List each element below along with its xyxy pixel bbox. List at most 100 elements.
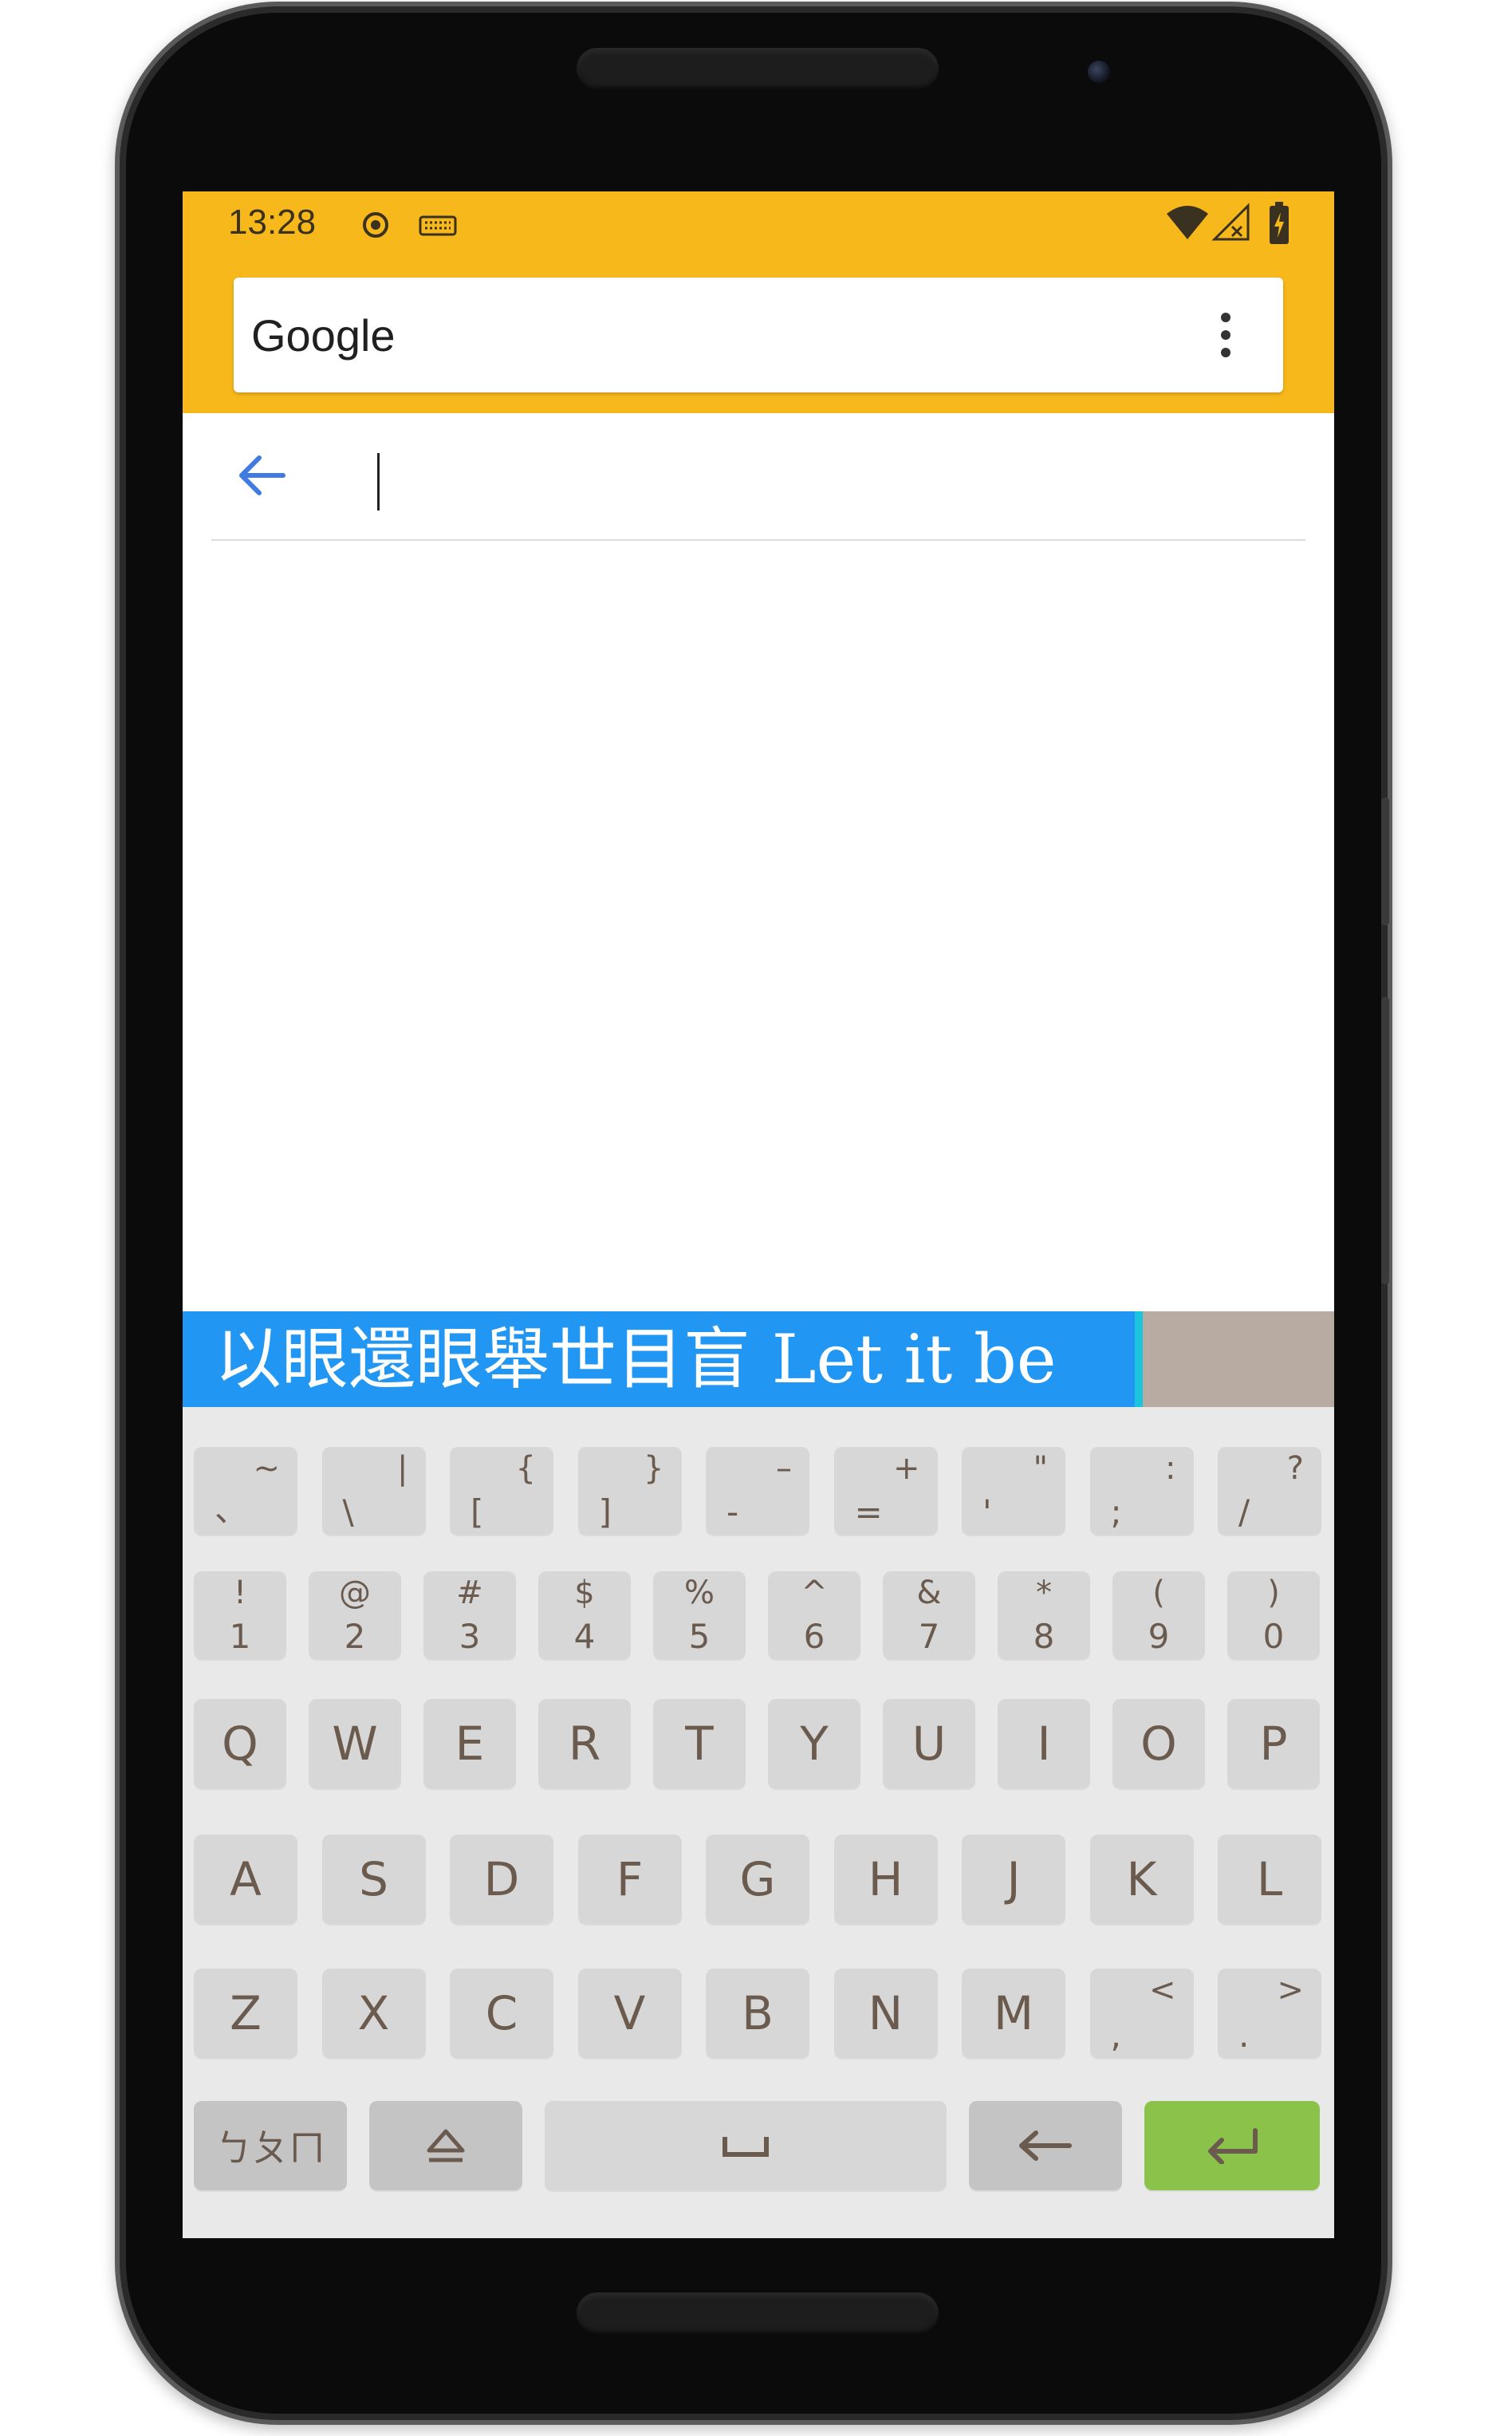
key-main-char: 3 — [459, 1617, 481, 1656]
key-row3-6[interactable]: U — [883, 1699, 975, 1788]
key-row2-7[interactable]: * 8 — [998, 1571, 1090, 1659]
key-row2-4[interactable]: % 5 — [653, 1571, 746, 1659]
key-row3-7[interactable]: I — [998, 1699, 1090, 1788]
key-row5-6[interactable]: M — [962, 1969, 1065, 2058]
query-row — [211, 413, 1305, 541]
key-label: I — [1037, 1717, 1051, 1771]
key-row1-5[interactable]: + = — [833, 1447, 938, 1535]
key-main-char: - — [726, 1492, 739, 1531]
power-button — [1381, 997, 1389, 1284]
key-row3-4[interactable]: T — [653, 1699, 746, 1788]
key-label: W — [332, 1717, 378, 1771]
key-label: R — [568, 1717, 601, 1771]
key-row3-2[interactable]: E — [423, 1699, 516, 1788]
key-row3-1[interactable]: W — [309, 1699, 401, 1788]
key-shift-char: ) — [1267, 1575, 1280, 1611]
key-row3-5[interactable]: Y — [768, 1699, 860, 1788]
key-row2-8[interactable]: (9 — [1112, 1571, 1205, 1659]
key-row5-8[interactable]: >. — [1218, 1969, 1321, 2058]
key-main-char: = — [854, 1492, 883, 1531]
key-row1-4[interactable]: – - — [706, 1447, 809, 1535]
key-label: N — [868, 1986, 904, 2040]
key-shift-char: ( — [1152, 1575, 1165, 1611]
key-row5-5[interactable]: N — [833, 1969, 938, 2058]
key-main-char: 、 — [215, 1490, 249, 1529]
key-row2-2[interactable]: #3 — [423, 1571, 516, 1659]
key-row5-7[interactable]: <, — [1089, 1969, 1194, 2058]
key-shift-char: } — [644, 1450, 664, 1487]
key-row4-4[interactable]: G — [706, 1835, 809, 1924]
key-shift-char: " — [1033, 1450, 1048, 1487]
more-vert-icon[interactable] — [1218, 309, 1234, 361]
language-switch-key[interactable]: ㄅㄆㄇ — [194, 2101, 347, 2190]
key-row4-8[interactable]: L — [1218, 1835, 1321, 1924]
candidate-text[interactable]: 以眼還眼舉世目盲 Let it be — [183, 1311, 1143, 1407]
key-row1-3[interactable]: }] — [577, 1447, 682, 1535]
key-shift-char: ^ — [801, 1575, 828, 1611]
key-row2-6[interactable]: & 7 — [883, 1571, 975, 1659]
key-row4-0[interactable]: A — [194, 1835, 297, 1924]
candidate-bar: 以眼還眼舉世目盲 Let it be — [183, 1311, 1334, 1407]
battery-charging-icon — [1270, 202, 1289, 244]
key-row3-0[interactable]: Q — [194, 1699, 286, 1788]
status-time: 13:28 — [228, 203, 317, 242]
key-row2-1[interactable]: @2 — [309, 1571, 401, 1659]
front-camera — [1088, 61, 1110, 83]
key-row1-7[interactable]: :; — [1089, 1447, 1194, 1535]
key-label: C — [485, 1986, 518, 2040]
key-row2-5[interactable]: ^ 6 — [768, 1571, 860, 1659]
key-shift-char: ! — [233, 1575, 247, 1611]
key-label: T — [685, 1717, 714, 1771]
key-row1-8[interactable]: ? / — [1218, 1447, 1321, 1535]
key-row3-9[interactable]: P — [1227, 1699, 1320, 1788]
key-main-char: \ — [342, 1492, 354, 1531]
key-row3-3[interactable]: R — [538, 1699, 631, 1788]
enter-key[interactable] — [1144, 2101, 1320, 2190]
key-row3-8[interactable]: O — [1112, 1699, 1205, 1788]
app-bar: Google — [183, 260, 1334, 413]
backspace-icon — [969, 2101, 1122, 2190]
key-row1-2[interactable]: {[ — [450, 1447, 553, 1535]
key-row1-0[interactable]: ~、 — [194, 1447, 297, 1535]
key-label: M — [993, 1986, 1034, 2040]
key-row5-0[interactable]: Z — [194, 1969, 297, 2058]
key-row4-2[interactable]: D — [450, 1835, 553, 1924]
key-row2-9[interactable]: ) 0 — [1227, 1571, 1320, 1659]
query-input[interactable] — [331, 445, 1288, 506]
back-arrow-icon[interactable] — [235, 453, 286, 498]
key-row5-4[interactable]: B — [706, 1969, 809, 2058]
key-row5-3[interactable]: V — [577, 1969, 682, 2058]
key-row5-1[interactable]: X — [321, 1969, 426, 2058]
key-row2-0[interactable]: ! 1 — [194, 1571, 286, 1659]
key-shift-char: @ — [339, 1575, 371, 1611]
key-row1-6[interactable]: " ' — [962, 1447, 1065, 1535]
key-main-char: , — [1110, 2016, 1121, 2055]
key-shift-char: { — [515, 1450, 536, 1487]
key-label: B — [742, 1986, 774, 2040]
key-shift-char: – — [776, 1450, 792, 1487]
key-row4-6[interactable]: J — [962, 1835, 1065, 1924]
shift-key[interactable] — [369, 2101, 522, 2190]
key-shift-char: $ — [574, 1575, 595, 1611]
volume-button — [1381, 798, 1389, 925]
record-icon — [363, 212, 388, 238]
key-main-char: 4 — [573, 1617, 596, 1656]
key-main-char: 9 — [1148, 1617, 1170, 1656]
key-row5-2[interactable]: C — [450, 1969, 553, 2058]
key-shift-char: ~ — [253, 1450, 280, 1487]
key-label: Z — [230, 1986, 262, 2040]
signal-icon — [1211, 203, 1250, 241]
key-main-char: 8 — [1033, 1617, 1055, 1656]
search-box[interactable]: Google — [234, 278, 1283, 392]
key-shift-char: # — [456, 1575, 483, 1611]
space-key[interactable] — [545, 2101, 947, 2190]
key-main-char: ' — [982, 1492, 992, 1531]
key-row4-3[interactable]: F — [577, 1835, 682, 1924]
backspace-key[interactable] — [969, 2101, 1122, 2190]
key-row4-5[interactable]: H — [833, 1835, 938, 1924]
key-label: Q — [222, 1717, 258, 1771]
key-row4-7[interactable]: K — [1089, 1835, 1194, 1924]
key-row4-1[interactable]: S — [321, 1835, 426, 1924]
key-row1-1[interactable]: | \ — [321, 1447, 426, 1535]
key-row2-3[interactable]: $4 — [538, 1571, 631, 1659]
